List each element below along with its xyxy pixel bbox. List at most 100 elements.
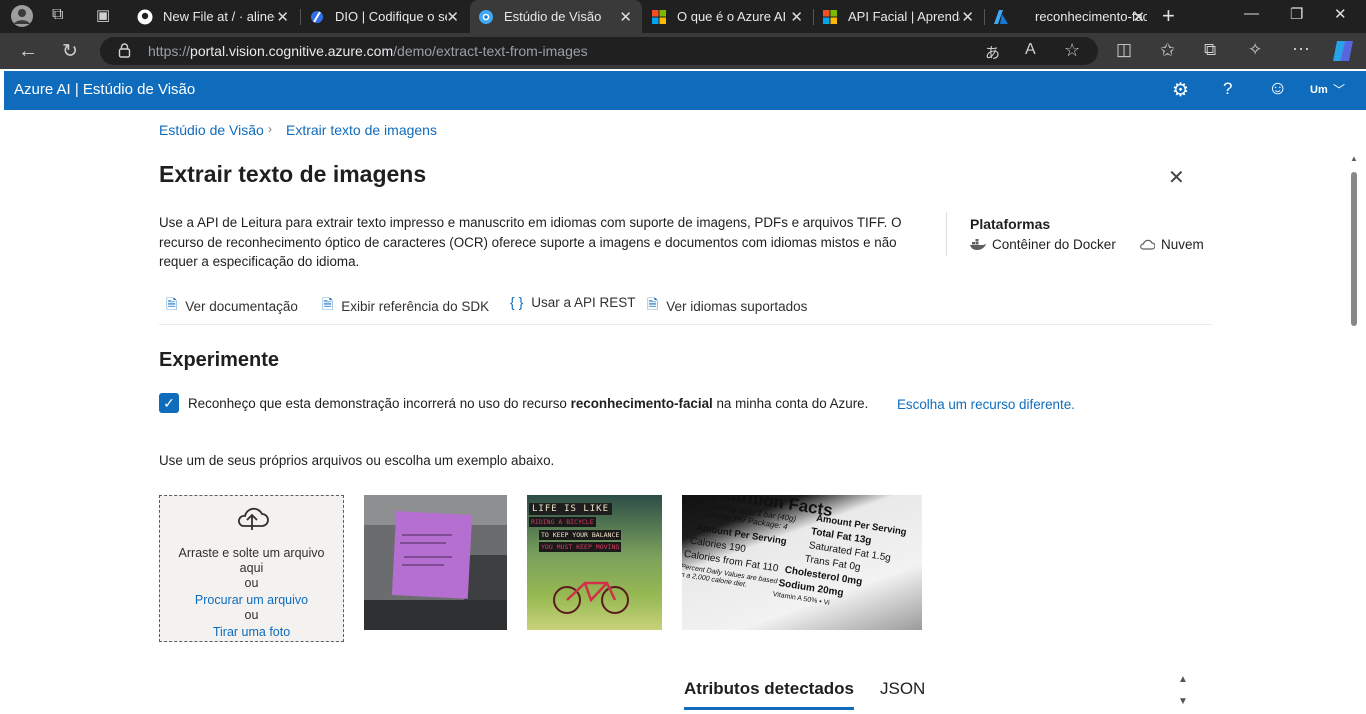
consent-text-start: Reconheço que esta demonstração incorrer… bbox=[188, 396, 571, 411]
upload-instructions: Use um de seus próprios arquivos ou esco… bbox=[159, 453, 555, 468]
active-tab-indicator bbox=[684, 707, 854, 710]
sample-quote-line-1: LIFE IS LIKE bbox=[529, 503, 613, 515]
favorite-star-icon[interactable]: ☆ bbox=[1064, 40, 1080, 61]
link-rest-api[interactable]: { } Usar a API REST bbox=[510, 294, 636, 310]
url-scheme: https:// bbox=[148, 43, 191, 59]
translate-icon[interactable]: あ bbox=[985, 42, 1000, 63]
scroll-arrows[interactable]: ▲ ▼ bbox=[1178, 669, 1188, 713]
browse-file-link[interactable]: Procurar um arquivo bbox=[195, 593, 308, 607]
browser-tab-azure-resource[interactable]: reconhecimento-fac ✕ bbox=[985, 0, 1155, 33]
close-tab-icon[interactable]: ✕ bbox=[446, 8, 459, 26]
more-icon[interactable]: ⋯ bbox=[1292, 39, 1310, 60]
page-scrollbar[interactable]: ▲ bbox=[1348, 152, 1360, 714]
split-screen-icon[interactable]: ◫ bbox=[1116, 40, 1132, 60]
tab-detected-attributes[interactable]: Atributos detectados bbox=[684, 679, 854, 699]
file-drop-zone[interactable]: Arraste e solte um arquivo aqui ou Procu… bbox=[159, 495, 344, 642]
bicycle-illustration bbox=[553, 581, 629, 614]
close-tab-icon[interactable]: ✕ bbox=[276, 8, 289, 26]
consent-resource-name: reconhecimento-facial bbox=[570, 396, 713, 411]
platform-cloud: Nuvem bbox=[1139, 237, 1204, 252]
choose-other-resource-link[interactable]: Escolha um recurso diferente. bbox=[897, 397, 1075, 412]
sample-image-nutrition-facts[interactable]: Nutrition Facts Serving size: 1 bar (40g… bbox=[682, 495, 922, 630]
chevron-right-icon: › bbox=[268, 122, 272, 136]
back-icon[interactable]: ← bbox=[18, 40, 38, 63]
url-host: portal.vision.cognitive.azure.com bbox=[190, 43, 394, 59]
browser-tab-facial-api[interactable]: API Facial | Aprenda ✕ bbox=[814, 0, 984, 33]
scroll-up-icon[interactable]: ▲ bbox=[1350, 154, 1358, 163]
close-tab-icon[interactable]: ✕ bbox=[790, 8, 803, 26]
scrollbar-thumb[interactable] bbox=[1351, 172, 1357, 326]
take-photo-link[interactable]: Tirar uma foto bbox=[213, 625, 290, 639]
close-tab-icon[interactable]: ✕ bbox=[619, 8, 632, 26]
tab-title: reconhecimento-fac bbox=[1035, 9, 1147, 24]
docker-icon bbox=[970, 238, 986, 250]
browser-tab-github[interactable]: New File at / · alinec ✕ bbox=[129, 0, 299, 33]
platforms-heading: Plataformas bbox=[970, 216, 1051, 232]
read-aloud-icon[interactable]: A bbox=[1025, 41, 1036, 59]
link-sdk-reference[interactable]: 🗎 Exibir referência do SDK bbox=[322, 294, 489, 318]
copilot-icon[interactable] bbox=[1331, 39, 1355, 68]
profile-avatar[interactable] bbox=[11, 5, 33, 27]
settings-gear-icon[interactable]: ⚙ bbox=[1172, 79, 1189, 102]
minimize-icon[interactable]: — bbox=[1244, 5, 1259, 22]
drop-zone-text: Arraste e solte um arquivo aqui bbox=[178, 546, 325, 575]
sample-image-handwritten-note[interactable] bbox=[364, 495, 507, 630]
azure-icon bbox=[994, 9, 1008, 24]
url-text[interactable]: https://portal.vision.cognitive.azure.co… bbox=[148, 43, 588, 59]
platform-cloud-label: Nuvem bbox=[1161, 237, 1204, 252]
document-icon: 🗎 bbox=[647, 296, 659, 312]
section-divider bbox=[159, 324, 1212, 325]
page-title: Extrair texto de imagens bbox=[159, 161, 427, 187]
new-tab-button[interactable]: + bbox=[1162, 3, 1175, 29]
microsoft-icon bbox=[823, 9, 837, 24]
platform-docker-label: Contêiner do Docker bbox=[992, 237, 1116, 252]
restore-icon[interactable]: ❐ bbox=[1290, 5, 1303, 23]
link-supported-languages[interactable]: 🗎 Ver idiomas suportados bbox=[647, 294, 807, 318]
tab-title: New File at / · alinec bbox=[163, 9, 275, 24]
tab-title: DIO | Codifique o se bbox=[335, 9, 447, 24]
browser-tab-vision-studio[interactable]: Estúdio de Visão ✕ bbox=[470, 0, 642, 33]
feedback-smiley-icon[interactable]: ☺ bbox=[1268, 78, 1287, 100]
close-icon[interactable]: ✕ bbox=[1168, 165, 1185, 190]
close-tab-icon[interactable]: ✕ bbox=[961, 8, 974, 26]
consent-text-end: na minha conta do Azure. bbox=[712, 396, 869, 411]
collections-icon[interactable]: ⧉ bbox=[1204, 40, 1216, 60]
extensions-icon[interactable]: ✧ bbox=[1248, 40, 1262, 60]
or-text: ou bbox=[244, 576, 259, 590]
app-title[interactable]: Azure AI | Estúdio de Visão bbox=[14, 81, 195, 98]
tab-title: Estúdio de Visão bbox=[504, 9, 602, 24]
link-documentation[interactable]: 🗎 Ver documentação bbox=[166, 294, 298, 318]
tab-title: API Facial | Aprenda bbox=[848, 9, 960, 24]
cloud-upload-icon bbox=[160, 504, 343, 536]
help-icon[interactable]: ? bbox=[1223, 79, 1232, 99]
consent-checkbox[interactable]: ✓ bbox=[159, 393, 179, 413]
window-close-icon[interactable]: ✕ bbox=[1334, 5, 1347, 23]
page-description: Use a API de Leitura para extrair texto … bbox=[159, 215, 902, 269]
tab-actions-icon[interactable]: ▣ bbox=[96, 6, 110, 24]
profile-icon bbox=[14, 9, 30, 24]
close-tab-icon[interactable]: ✕ bbox=[1132, 8, 1145, 26]
consent-text: Reconheço que esta demonstração incorrer… bbox=[188, 396, 868, 411]
browser-tab-azure-ai[interactable]: O que é o Azure AI ✕ bbox=[643, 0, 813, 33]
breadcrumb-vision-studio[interactable]: Estúdio de Visão bbox=[159, 122, 264, 138]
workspaces-icon[interactable]: ⧉ bbox=[52, 6, 63, 24]
chevron-down-icon[interactable]: ﹀ bbox=[1333, 81, 1345, 98]
tab-json[interactable]: JSON bbox=[880, 679, 925, 699]
sample-quote-line-3: TO KEEP YOUR BALANCE bbox=[539, 530, 622, 540]
browser-tab-dio[interactable]: DIO | Codifique o se ✕ bbox=[301, 0, 469, 33]
app-header bbox=[4, 71, 1366, 110]
favorites-icon[interactable]: ✩ bbox=[1160, 40, 1175, 61]
arrow-up-icon[interactable]: ▲ bbox=[1178, 669, 1188, 691]
link-languages-label: Ver idiomas suportados bbox=[666, 298, 808, 314]
sample-image-bicycle-quote[interactable]: LIFE IS LIKE RIDING A BICYCLE TO KEEP YO… bbox=[527, 495, 662, 630]
refresh-icon[interactable]: ↻ bbox=[62, 40, 78, 63]
arrow-down-icon[interactable]: ▼ bbox=[1178, 691, 1188, 713]
sample-quote-line-4: YOU MUST KEEP MOVING bbox=[539, 542, 622, 552]
try-it-heading: Experimente bbox=[159, 349, 280, 371]
vertical-divider bbox=[946, 212, 947, 256]
lock-icon[interactable] bbox=[118, 42, 131, 63]
breadcrumb-current[interactable]: Extrair texto de imagens bbox=[286, 122, 437, 138]
handwritten-note-image bbox=[364, 495, 507, 630]
link-rest-label: Usar a API REST bbox=[531, 294, 636, 310]
user-menu-label[interactable]: Um bbox=[1310, 84, 1328, 96]
